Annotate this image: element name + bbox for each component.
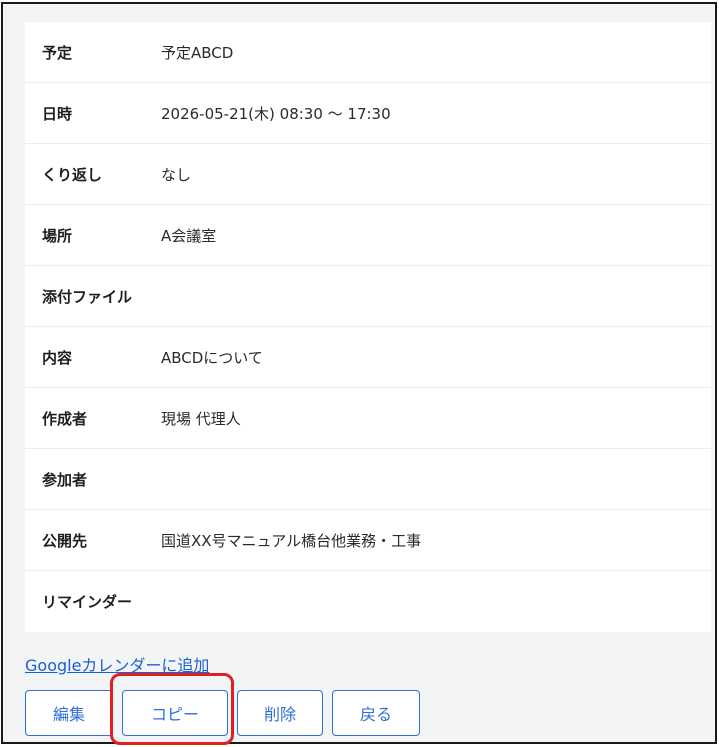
edit-button[interactable]: 編集 <box>25 690 113 736</box>
detail-label: 公開先 <box>42 531 88 550</box>
detail-label: 場所 <box>42 226 73 245</box>
detail-row-content: 内容 ABCDについて <box>25 327 711 388</box>
detail-value: 予定ABCD <box>161 43 234 62</box>
detail-label: 日時 <box>42 104 73 123</box>
event-detail-panel: 予定 予定ABCD 日時 2026-05-21(木) 08:30 ～ 17:30… <box>1 2 717 744</box>
detail-label: 作成者 <box>42 409 88 428</box>
detail-label: 予定 <box>42 43 73 62</box>
detail-label: 参加者 <box>42 470 88 489</box>
detail-row-schedule: 予定 予定ABCD <box>25 22 711 83</box>
detail-value: なし <box>161 165 192 184</box>
detail-label: リマインダー <box>42 593 133 611</box>
detail-label: 添付ファイル <box>42 287 133 306</box>
detail-row-repeat: くり返し なし <box>25 144 711 205</box>
google-calendar-link[interactable]: Googleカレンダーに追加 <box>25 652 209 676</box>
detail-value: 2026-05-21(木) 08:30 ～ 17:30 <box>161 104 391 123</box>
copy-button[interactable]: コピー <box>122 690 228 736</box>
detail-row-creator: 作成者 現場 代理人 <box>25 388 711 449</box>
detail-row-location: 場所 A会議室 <box>25 205 711 266</box>
back-button[interactable]: 戻る <box>332 690 420 736</box>
detail-row-visibility: 公開先 国道XX号マニュアル橋台他業務・工事 <box>25 510 711 571</box>
detail-row-datetime: 日時 2026-05-21(木) 08:30 ～ 17:30 <box>25 83 711 144</box>
detail-label: 内容 <box>42 348 73 367</box>
detail-row-participants: 参加者 <box>25 449 711 510</box>
delete-button[interactable]: 削除 <box>237 690 323 736</box>
detail-label: くり返し <box>42 165 103 184</box>
detail-value: A会議室 <box>161 226 217 245</box>
event-detail-table: 予定 予定ABCD 日時 2026-05-21(木) 08:30 ～ 17:30… <box>25 22 711 632</box>
detail-value: ABCDについて <box>161 348 263 367</box>
detail-row-reminder: リマインダー <box>25 571 711 632</box>
detail-row-attachments: 添付ファイル <box>25 266 711 327</box>
detail-value: 国道XX号マニュアル橋台他業務・工事 <box>161 531 422 550</box>
detail-value: 現場 代理人 <box>161 409 241 428</box>
